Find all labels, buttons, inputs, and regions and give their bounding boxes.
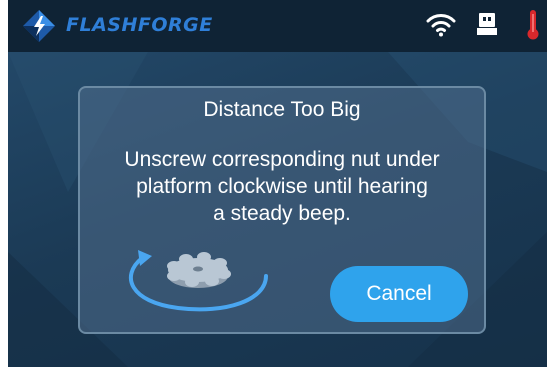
brand-name: FLASHFORGE — [66, 14, 213, 36]
printer-screen: FLASHFORGE Distance Too Big Unscrew corr… — [8, 0, 547, 367]
dialog-message: Unscrew corresponding nut under platform… — [80, 146, 484, 227]
message-line: Unscrew corresponding nut under — [124, 148, 440, 171]
top-bar: FLASHFORGE — [8, 0, 547, 52]
cancel-button[interactable]: Cancel — [330, 266, 468, 322]
nut-icon — [167, 252, 231, 288]
wifi-icon[interactable] — [426, 12, 456, 38]
usb-icon[interactable] — [476, 11, 498, 37]
distance-too-big-dialog: Distance Too Big Unscrew corresponding n… — [78, 86, 486, 334]
nut-rotation-illustration — [128, 250, 268, 312]
message-line: platform clockwise until hearing — [136, 175, 428, 198]
flashforge-logo-icon — [23, 10, 55, 42]
message-line: a steady beep. — [213, 202, 351, 225]
dialog-title: Distance Too Big — [203, 98, 361, 121]
thermometer-icon — [527, 10, 539, 40]
